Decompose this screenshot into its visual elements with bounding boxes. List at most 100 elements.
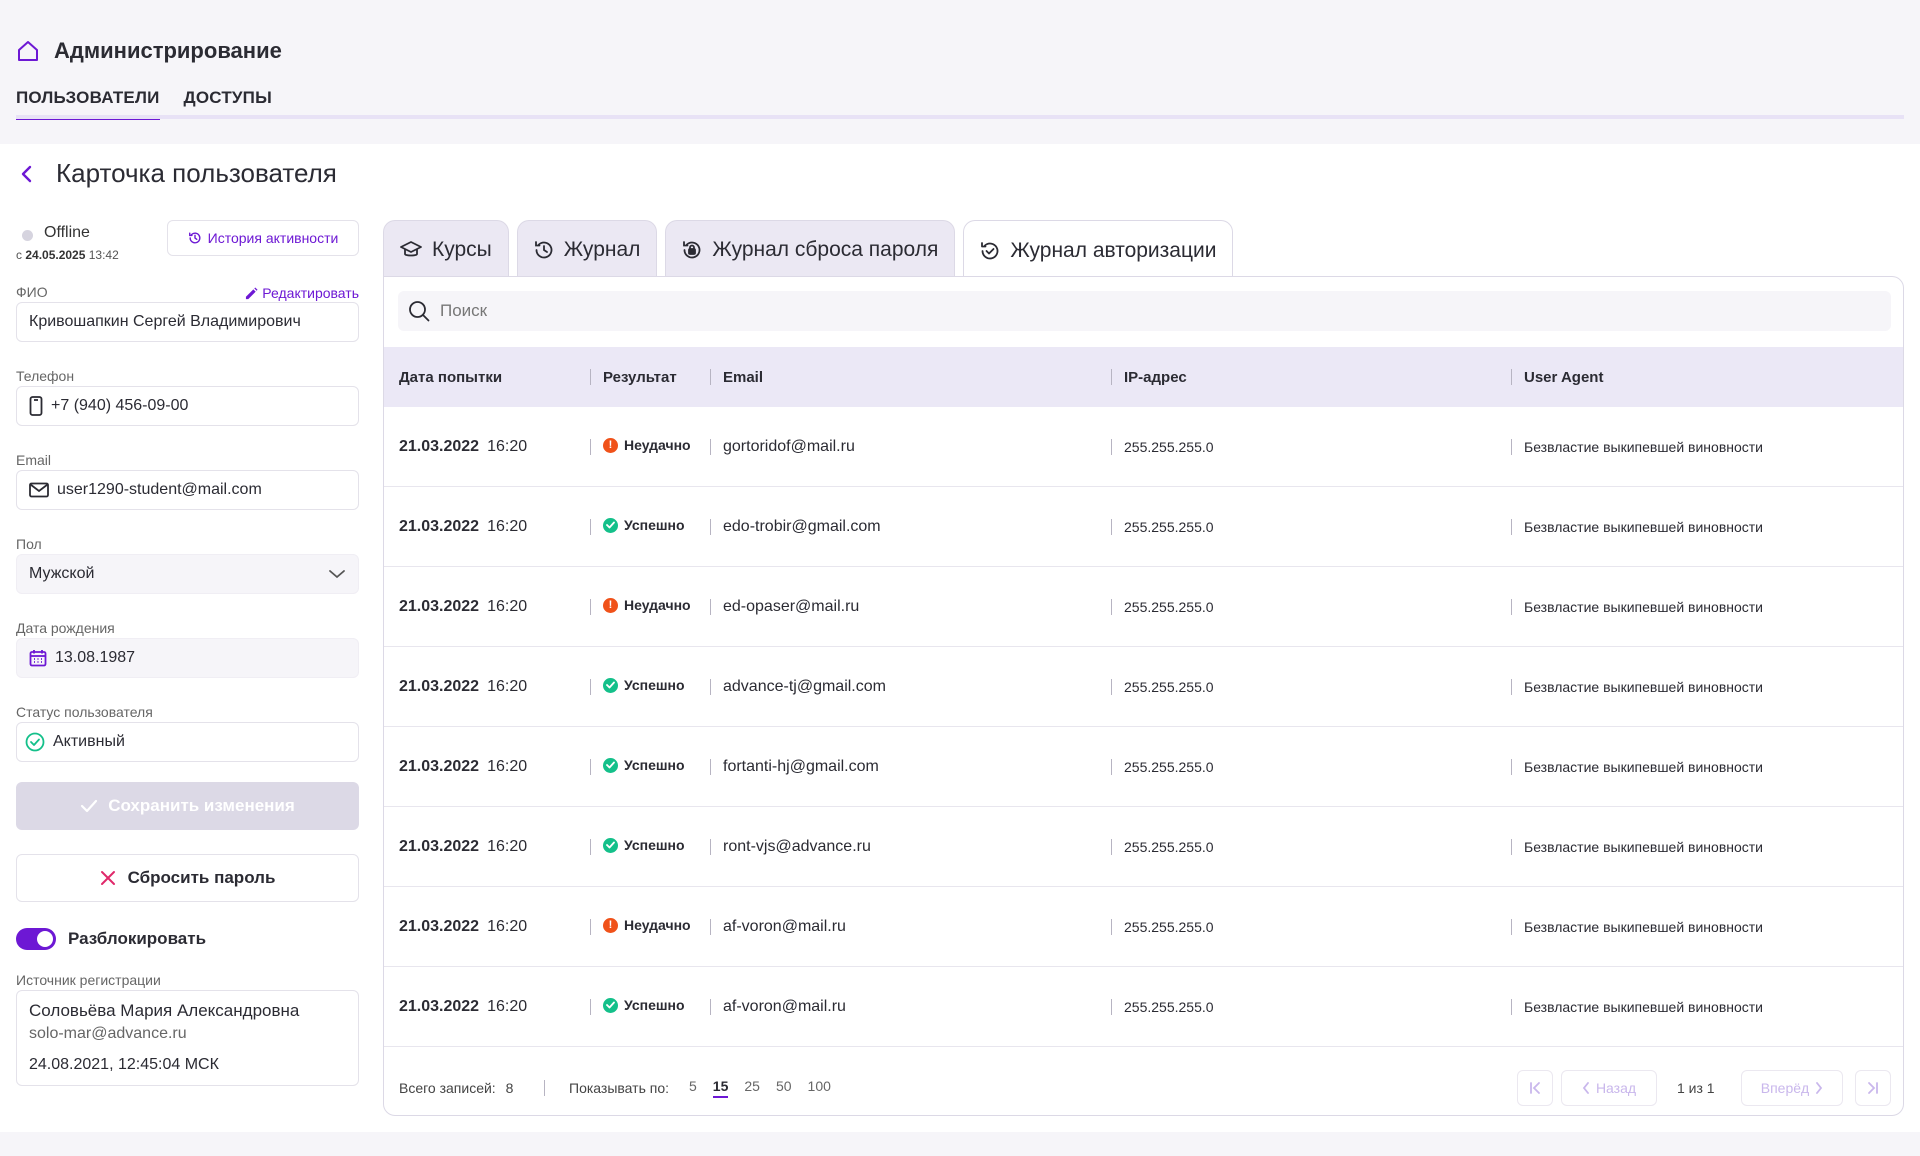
since-time: 13:42 — [88, 248, 119, 262]
col-date[interactable]: Дата попытки — [399, 369, 502, 386]
source-date: 24.08.2021, 12:45:04 МСК — [29, 1056, 219, 1073]
status-text: Offline — [44, 224, 90, 241]
fio-field[interactable]: Кривошапкин Сергей Владимирович — [16, 302, 359, 342]
page-info: 1 из 1 — [1677, 1080, 1715, 1096]
next-page-button[interactable]: Вперёд — [1741, 1070, 1843, 1106]
table-row[interactable]: 21.03.2022 16:20 Успешно ront-vjs@advance.r… — [384, 807, 1903, 887]
phone-field[interactable]: +7 (940) 456-09-00 — [16, 386, 359, 426]
page-title: Карточка пользователя — [56, 158, 337, 188]
result-label: Успешно — [624, 997, 685, 1013]
phone-value: +7 (940) 456-09-00 — [51, 397, 189, 414]
email-cell: gortoridof@mail.ru — [723, 438, 855, 455]
col-separator — [1511, 839, 1512, 855]
save-changes-button[interactable]: Сохранить изменения — [16, 782, 359, 830]
birth-date-field[interactable]: 13.08.1987 — [16, 638, 359, 678]
success-icon — [603, 997, 618, 1013]
table-row[interactable]: 21.03.2022 16:20 Успешно edo-trobir@gmail.c… — [384, 487, 1903, 567]
last-page-icon — [1867, 1081, 1879, 1095]
per-page-option[interactable]: 25 — [744, 1078, 760, 1098]
table-row[interactable]: 21.03.2022 16:20 Успешно fortanti-hj@gmail.… — [384, 727, 1903, 807]
online-status: Offline с 24.05.2025 13:42 История актив… — [16, 220, 359, 270]
table-row[interactable]: 21.03.2022 16:20! Неудачно af-voron@mail.ru… — [384, 887, 1903, 967]
result-label: Неудачно — [624, 437, 691, 453]
fio-label: ФИО — [16, 284, 48, 300]
email-field[interactable]: user1290-student@mail.com — [16, 470, 359, 510]
result-label: Успешно — [624, 757, 685, 773]
ip-cell: 255.255.255.0 — [1124, 919, 1214, 935]
result-cell: Успешно — [603, 757, 685, 773]
source-name: Соловьёва Мария Александровна — [29, 1001, 300, 1020]
footer-separator — [544, 1080, 545, 1096]
phone-label: Телефон — [16, 368, 75, 384]
col-separator — [1511, 679, 1512, 695]
table-header: Дата попытки Результат Email IP-адрес Us… — [384, 347, 1903, 407]
per-page-option[interactable]: 50 — [776, 1078, 792, 1098]
email-cell: fortanti-hj@gmail.com — [723, 758, 879, 775]
email-cell: af-voron@mail.ru — [723, 918, 846, 935]
first-page-button[interactable] — [1517, 1070, 1553, 1106]
total-value: 8 — [505, 1080, 514, 1096]
result-label: Неудачно — [624, 917, 691, 933]
table-row[interactable]: 21.03.2022 16:20 Успешно af-voron@mail.ru 25… — [384, 967, 1903, 1047]
tab-password-reset-label: Журнал сброса пароля — [712, 237, 939, 261]
prev-page-button[interactable]: Назад — [1561, 1070, 1657, 1106]
col-separator — [710, 679, 711, 695]
app-header: Администрирование ПОЛЬЗОВАТЕЛИ ДОСТУПЫ — [0, 0, 1920, 144]
unblock-row: Разблокировать — [16, 928, 359, 950]
attempt-date: 21.03.2022 — [399, 518, 480, 535]
per-page-option[interactable]: 5 — [689, 1078, 697, 1098]
source-label: Источник регистрации — [16, 972, 161, 988]
gender-label: Пол — [16, 536, 42, 552]
table-row[interactable]: 21.03.2022 16:20! Неудачно gortoridof@mail.… — [384, 407, 1903, 487]
app-title: Администрирование — [54, 38, 282, 63]
error-icon: ! — [603, 917, 618, 933]
email-cell: advance-tj@gmail.com — [723, 678, 886, 695]
activity-history-button[interactable]: История активности — [167, 220, 359, 256]
last-page-button[interactable] — [1855, 1070, 1891, 1106]
tab-journal-label: Журнал — [563, 237, 641, 261]
col-user-agent[interactable]: User Agent — [1524, 369, 1603, 386]
col-separator — [710, 759, 711, 775]
user-status-field[interactable]: Активный — [16, 722, 359, 762]
col-separator — [1111, 839, 1112, 855]
col-separator — [710, 919, 711, 935]
gender-select[interactable]: Мужской — [16, 554, 359, 594]
tab-password-reset-journal[interactable]: Журнал сброса пароля — [665, 220, 956, 278]
search-bar[interactable]: Поиск — [398, 291, 1891, 331]
reset-password-button[interactable]: Сбросить пароль — [16, 854, 359, 902]
col-separator — [710, 599, 711, 615]
col-ip[interactable]: IP-адрес — [1124, 369, 1187, 386]
col-separator — [1111, 919, 1112, 935]
col-separator — [590, 519, 591, 535]
edit-link[interactable]: Редактировать — [245, 285, 359, 301]
result-cell: ! Неудачно — [603, 597, 691, 613]
col-separator — [590, 599, 591, 615]
col-email[interactable]: Email — [723, 369, 763, 386]
col-separator — [1511, 369, 1512, 385]
tab-journal[interactable]: Журнал — [516, 220, 658, 278]
tab-auth-journal[interactable]: Журнал авторизации — [963, 220, 1234, 280]
attempt-time: 16:20 — [487, 678, 528, 695]
user-agent-cell: Безвластие выкипевшей виновности — [1524, 599, 1764, 615]
col-separator — [1511, 519, 1512, 535]
per-page-option-selected[interactable]: 15 — [712, 1078, 729, 1098]
auth-journal-panel: Поиск Дата попытки Результат Email IP-ад… — [383, 276, 1904, 1116]
back-arrow-icon[interactable] — [20, 164, 34, 184]
date-cell: 21.03.2022 16:20 — [399, 678, 527, 696]
home-icon[interactable] — [16, 39, 40, 63]
table-row[interactable]: 21.03.2022 16:20 Успешно advance-tj@gmail.c… — [384, 647, 1903, 727]
col-result[interactable]: Результат — [603, 369, 677, 386]
date-cell: 21.03.2022 16:20 — [399, 518, 527, 536]
graduation-cap-icon — [400, 240, 422, 259]
per-page-option[interactable]: 100 — [808, 1078, 831, 1098]
search-icon — [408, 300, 430, 322]
col-separator — [1111, 759, 1112, 775]
tab-courses[interactable]: Курсы — [383, 220, 509, 278]
col-separator — [1511, 999, 1512, 1015]
unblock-toggle[interactable] — [16, 928, 56, 950]
tab-courses-label: Курсы — [432, 237, 492, 261]
col-separator — [1511, 919, 1512, 935]
table-row[interactable]: 21.03.2022 16:20! Неудачно ed-opaser@mail.r… — [384, 567, 1903, 647]
app-title-row: Администрирование — [16, 38, 282, 64]
since-prefix: с — [16, 248, 22, 262]
